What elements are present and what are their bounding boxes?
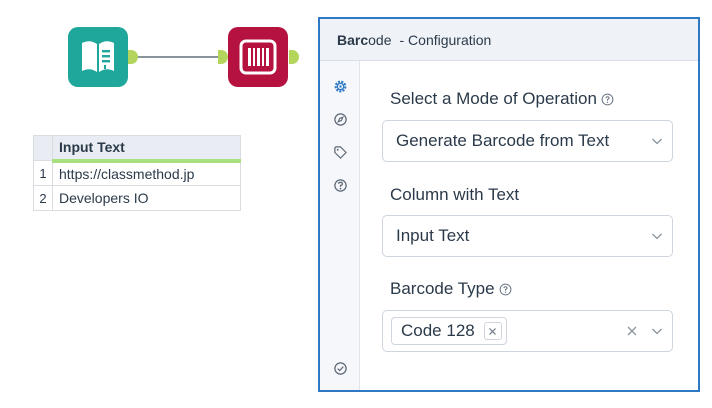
gear-icon[interactable] <box>333 79 348 94</box>
barcode-type-select[interactable]: Code 128 <box>382 310 673 352</box>
help-icon[interactable] <box>601 93 614 106</box>
close-icon <box>489 327 497 335</box>
panel-body: Select a Mode of Operation Generate Barc… <box>382 61 673 390</box>
column-label: Column with Text <box>390 185 520 204</box>
grid-column-header[interactable]: Input Text <box>52 135 241 163</box>
tag-label: Code 128 <box>401 321 475 340</box>
table-cell[interactable]: https://classmethod.jp <box>52 160 241 186</box>
text-input-output-anchor[interactable] <box>128 50 138 64</box>
panel-title: Barcode <box>337 31 392 48</box>
connection-line <box>138 56 218 58</box>
results-grid: Input Text 1 https://classmethod.jp 2 De… <box>33 135 241 211</box>
chevron-down-icon <box>652 233 662 240</box>
mode-select[interactable]: Generate Barcode from Text <box>382 120 673 162</box>
barcode-type-tag: Code 128 <box>391 317 507 345</box>
tag-icon[interactable] <box>333 145 348 160</box>
chevron-down-icon[interactable] <box>651 326 663 336</box>
compass-icon[interactable] <box>333 112 348 127</box>
mode-select-value: Generate Barcode from Text <box>396 131 610 150</box>
check-circle-icon[interactable] <box>333 361 348 376</box>
column-select[interactable]: Input Text <box>382 215 673 257</box>
row-number: 1 <box>33 160 53 186</box>
table-cell[interactable]: Developers IO <box>52 185 241 211</box>
help-icon[interactable] <box>333 178 348 193</box>
book-icon <box>82 41 114 72</box>
panel-subtitle: - Configuration <box>399 31 492 48</box>
text-input-tool[interactable] <box>68 27 128 87</box>
mode-label: Select a Mode of Operation <box>390 89 614 109</box>
tag-remove-button[interactable] <box>483 322 502 340</box>
row-number: 2 <box>33 185 53 211</box>
barcode-icon <box>239 39 277 75</box>
grid-corner <box>33 135 53 161</box>
help-icon[interactable] <box>499 283 512 296</box>
side-rail <box>320 61 360 390</box>
barcode-type-label: Barcode Type <box>390 279 512 299</box>
table-row[interactable]: 2 Developers IO <box>33 185 241 211</box>
clear-icon[interactable] <box>626 325 638 337</box>
barcode-tool[interactable] <box>228 27 288 87</box>
table-row[interactable]: 1 https://classmethod.jp <box>33 160 241 186</box>
panel-header: Barcode - Configuration <box>320 19 698 61</box>
barcode-input-anchor[interactable] <box>218 50 228 64</box>
workflow-canvas[interactable]: Input Text 1 https://classmethod.jp 2 De… <box>0 0 318 408</box>
configuration-panel: Barcode - Configuration Select a Mode of… <box>318 17 700 392</box>
barcode-output-anchor[interactable] <box>289 50 299 64</box>
column-select-value: Input Text <box>396 226 470 245</box>
chevron-down-icon <box>652 138 662 145</box>
